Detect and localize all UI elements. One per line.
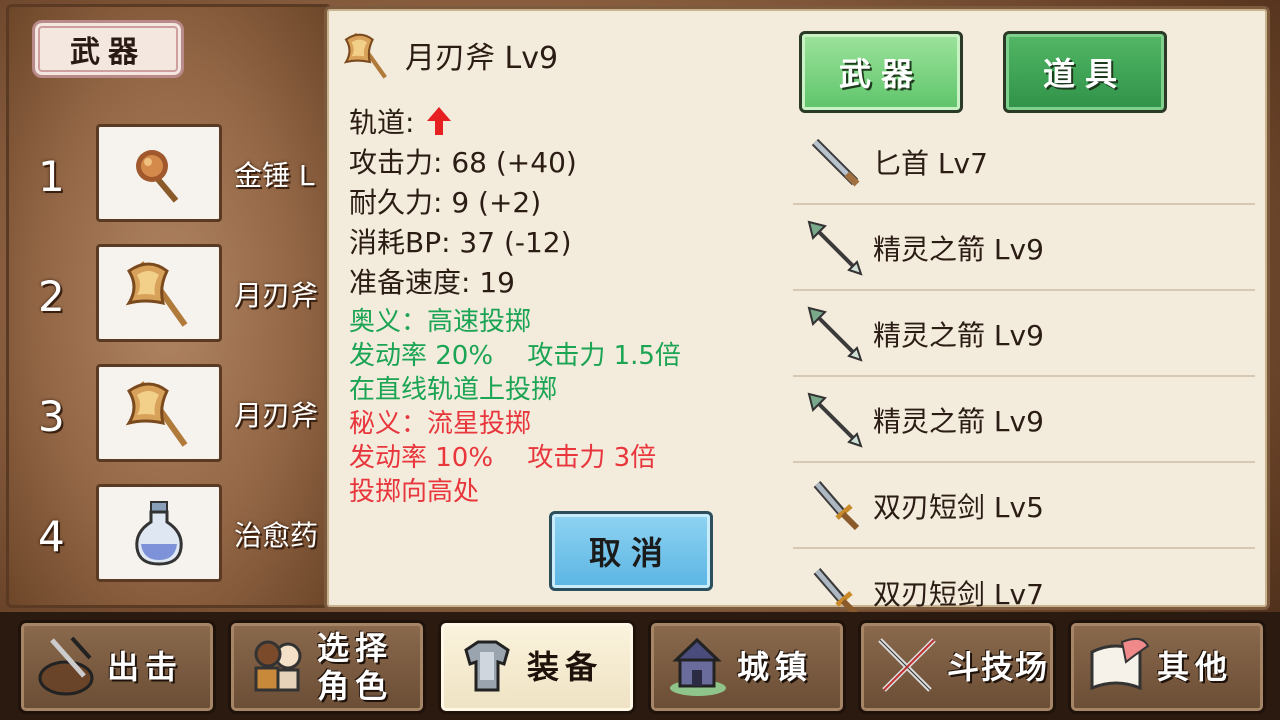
tab-weapon[interactable]: 武器 bbox=[799, 31, 963, 113]
durability-stat: 耐久力: 9 (+2) bbox=[349, 186, 542, 219]
prep-speed-stat: 准备速度: 19 bbox=[349, 266, 515, 299]
slot-number: 3 bbox=[38, 392, 65, 441]
weapon-slot-4[interactable]: 4 治愈药 bbox=[0, 484, 330, 584]
nav-town-button[interactable]: 城镇 bbox=[648, 620, 846, 714]
list-item-label: 精灵之箭 Lv9 bbox=[873, 319, 1044, 352]
list-item[interactable]: 精灵之箭 Lv9 bbox=[793, 207, 1255, 291]
attack-stat: 攻击力: 68 (+40) bbox=[349, 146, 577, 179]
slot-number: 1 bbox=[38, 152, 65, 201]
secret-art-rate: 发动率 20% 攻击力 1.5倍 bbox=[349, 341, 681, 371]
slot-name: 治愈药 bbox=[234, 519, 319, 552]
nav-label: 斗技场 bbox=[947, 648, 1050, 686]
slot-icon-box[interactable] bbox=[96, 484, 222, 582]
weapon-detail-panel: 月刃斧 Lv9 轨道: 攻击力: 68 (+40) 耐久力: 9 (+2) 消耗… bbox=[324, 6, 1270, 618]
dagger-icon bbox=[801, 127, 869, 197]
list-item[interactable]: 双刃短剑 Lv5 bbox=[793, 465, 1255, 549]
town-icon bbox=[657, 627, 737, 707]
nav-label-line2: 角色 bbox=[317, 667, 394, 705]
bottom-nav-bar: 出击 选择 角色 装备 城镇 斗技场 其他 bbox=[0, 612, 1280, 720]
moon-axe-icon bbox=[343, 32, 387, 79]
cancel-button[interactable]: 取消 bbox=[549, 511, 713, 591]
trajectory-row: 轨道: bbox=[349, 101, 452, 141]
armor-icon bbox=[447, 627, 527, 707]
nav-other-button[interactable]: 其他 bbox=[1068, 620, 1266, 714]
slot-name: 月刃斧 bbox=[234, 399, 319, 432]
slot-icon-box[interactable] bbox=[96, 364, 222, 462]
secret-art-desc: 在直线轨道上投掷 bbox=[349, 375, 558, 405]
potion-icon bbox=[135, 501, 183, 566]
slot-number: 4 bbox=[38, 512, 65, 561]
arrow-icon bbox=[801, 385, 869, 455]
twin-blade-icon bbox=[801, 471, 869, 541]
nav-label: 装备 bbox=[527, 648, 604, 686]
nav-label: 城镇 bbox=[737, 648, 814, 686]
list-item-label: 精灵之箭 Lv9 bbox=[873, 233, 1044, 266]
list-item[interactable]: 精灵之箭 Lv9 bbox=[793, 293, 1255, 377]
list-item[interactable]: 匕首 Lv7 bbox=[793, 121, 1255, 205]
nav-label-line1: 选择 bbox=[317, 629, 394, 667]
character-icon bbox=[237, 627, 317, 707]
hidden-art-rate: 发动率 10% 攻击力 3倍 bbox=[349, 443, 657, 473]
hidden-art-desc: 投掷向高处 bbox=[349, 477, 480, 507]
secret-art-name: 奥义：高速投掷 bbox=[349, 307, 532, 337]
slot-name: 月刃斧 bbox=[234, 279, 319, 312]
up-arrow-icon bbox=[427, 107, 452, 135]
arrow-icon bbox=[801, 299, 869, 369]
nav-label-two-line: 选择 角色 bbox=[317, 629, 393, 705]
bp-cost-stat: 消耗BP: 37 (-12) bbox=[349, 226, 572, 259]
sortie-icon bbox=[27, 627, 107, 707]
nav-label: 出击 bbox=[107, 648, 184, 686]
tab-item[interactable]: 道具 bbox=[1003, 31, 1167, 113]
slot-name: 金锤 L bbox=[234, 159, 315, 192]
slot-icon-box[interactable] bbox=[96, 244, 222, 342]
nav-select-character-button[interactable]: 选择 角色 bbox=[228, 620, 426, 714]
weapon-slot-3[interactable]: 3 月刃斧 bbox=[0, 364, 330, 464]
slot-icon-box[interactable] bbox=[96, 124, 222, 222]
hidden-art-name: 秘义：流星投掷 bbox=[349, 409, 532, 439]
trajectory-label: 轨道: bbox=[349, 106, 415, 139]
scroll-quill-icon bbox=[1077, 627, 1157, 707]
weapon-slot-1[interactable]: 1 金锤 L bbox=[0, 124, 330, 224]
crossed-swords-icon bbox=[867, 627, 947, 707]
weapon-title: 月刃斧 Lv9 bbox=[405, 41, 559, 76]
nav-arena-button[interactable]: 斗技场 bbox=[858, 620, 1056, 714]
arrow-icon bbox=[801, 213, 869, 283]
weapons-header: 武器 bbox=[32, 20, 184, 78]
list-item[interactable]: 精灵之箭 Lv9 bbox=[793, 379, 1255, 463]
list-item-label: 匕首 Lv7 bbox=[873, 147, 988, 180]
golden-hammer-icon bbox=[136, 150, 179, 203]
slot-number: 2 bbox=[38, 272, 65, 321]
list-item-label: 精灵之箭 Lv9 bbox=[873, 405, 1044, 438]
moon-axe-icon bbox=[125, 381, 188, 447]
list-item-label: 双刃短剑 Lv7 bbox=[873, 578, 1044, 611]
nav-sortie-button[interactable]: 出击 bbox=[18, 620, 216, 714]
list-item-label: 双刃短剑 Lv5 bbox=[873, 491, 1044, 524]
weapon-slot-2[interactable]: 2 月刃斧 bbox=[0, 244, 330, 344]
nav-equip-button[interactable]: 装备 bbox=[438, 620, 636, 714]
nav-label: 其他 bbox=[1157, 648, 1234, 686]
moon-axe-icon bbox=[125, 261, 188, 327]
detail-title-row: 月刃斧 Lv9 bbox=[339, 25, 558, 85]
